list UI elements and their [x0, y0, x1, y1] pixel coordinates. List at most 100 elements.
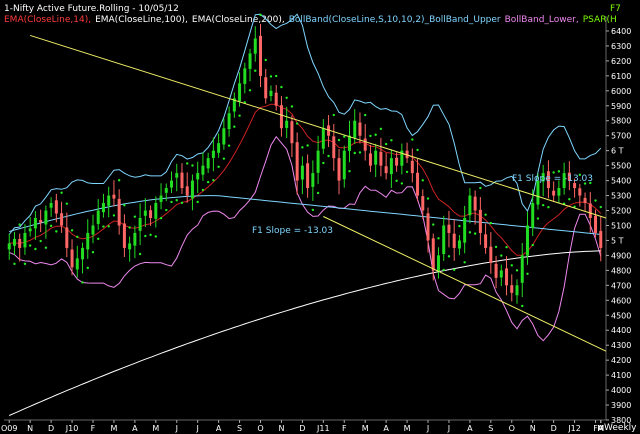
candle-body	[117, 198, 121, 226]
psar-dot	[149, 233, 152, 237]
psar-dot	[505, 245, 508, 249]
psar-dot	[400, 182, 404, 185]
psar-dot	[426, 197, 430, 200]
psar-dot	[458, 224, 461, 228]
psar-dot	[306, 144, 309, 147]
y-tick-label: 5 T	[611, 236, 624, 245]
x-tick-label: S	[237, 424, 242, 433]
psar-dot	[316, 191, 320, 195]
indicator-label: EMA(CloseLine,14),	[4, 15, 91, 25]
candle-body	[306, 163, 310, 189]
candle-body	[112, 194, 116, 199]
candle-body	[431, 238, 435, 271]
corner-label: F7	[610, 4, 621, 14]
psar-dot	[212, 179, 215, 182]
psar-dot	[123, 204, 126, 207]
candle-body	[264, 77, 268, 99]
y-tick-label: 6000	[611, 87, 631, 96]
x-axis: O09 N D J10 F M A M J J A S O N D J11 F M A M J J A S O N D J12 F MAM	[1, 420, 604, 433]
candle-body	[86, 232, 90, 250]
x-tick-label: N	[278, 424, 284, 433]
y-tick-label: 5400	[611, 177, 631, 186]
candle-body	[578, 188, 582, 196]
candle-body	[489, 246, 493, 263]
candle-body	[279, 105, 283, 129]
psar-dot	[541, 203, 545, 207]
y-tick-label: 4900	[611, 251, 631, 260]
psar-dot	[175, 199, 178, 202]
candle-body	[436, 255, 440, 272]
candle-body	[395, 157, 399, 166]
y-tick-label: 5900	[611, 102, 631, 111]
candle-body	[185, 186, 189, 196]
indicator-label: PSAR(H	[583, 15, 617, 25]
y-tick-label: 4200	[611, 356, 631, 365]
psar-dot	[405, 170, 409, 174]
psar-dot	[154, 235, 158, 238]
y-axis: 6400 6300 6200 6100 6000 5900 5800 5700 6 T 5500 5…	[606, 27, 631, 425]
indicator-legend: EMA(CloseLine,14), EMA(CloseLine,100), EMA…	[4, 15, 617, 25]
x-tick-label: O	[509, 424, 515, 433]
candle-body	[133, 232, 137, 246]
candle-body	[358, 122, 362, 136]
y-tick-label: 6200	[611, 57, 631, 66]
psar-dot	[285, 96, 288, 99]
psar-dot	[165, 208, 168, 212]
candle-body	[332, 136, 336, 159]
psar-dot	[557, 170, 561, 173]
candle-body	[368, 153, 372, 166]
psar-dot	[49, 224, 53, 228]
psar-dot	[133, 215, 137, 218]
psar-dot	[369, 134, 372, 138]
candle-body	[196, 173, 200, 180]
candle-body	[557, 188, 561, 196]
psar-dot	[332, 113, 335, 117]
indicator-label: EMA(CloseLine,200),	[192, 15, 285, 25]
psar-dot	[437, 237, 440, 240]
candle-body	[478, 209, 482, 233]
candle-body	[588, 203, 592, 218]
candle-body	[285, 120, 289, 128]
candle-body	[44, 210, 48, 225]
psar-dot	[432, 223, 435, 226]
psar-dot	[301, 146, 304, 149]
psar-dot	[526, 272, 529, 275]
psar-dot	[13, 262, 16, 266]
candle-body	[505, 268, 509, 286]
x-tick-label: M	[404, 424, 411, 433]
psar-dot	[97, 237, 100, 241]
psar-dot	[117, 179, 121, 182]
psar-dot	[76, 235, 79, 239]
candle-body	[128, 243, 132, 250]
y-tick-label: 4500	[611, 311, 631, 320]
psar-dot	[60, 191, 63, 194]
psar-dot	[473, 232, 477, 235]
y-tick-label: 4600	[611, 296, 631, 305]
y-tick-label: 4800	[611, 266, 631, 275]
candle-body	[206, 158, 210, 169]
psar-dot	[311, 208, 315, 212]
x-tick-label: O09	[1, 424, 17, 433]
candle-body	[81, 247, 85, 260]
candle-body	[337, 158, 341, 181]
candle-body	[316, 150, 320, 173]
candle-body	[442, 225, 446, 255]
candle-body	[91, 225, 95, 235]
candle-body	[70, 249, 74, 268]
psar-dot	[65, 202, 69, 205]
candle-body	[379, 151, 383, 166]
candle-body	[374, 150, 378, 165]
candle-body	[211, 150, 215, 158]
psar-dot	[531, 243, 534, 247]
psar-dot	[353, 151, 356, 155]
psar-dot	[227, 144, 231, 147]
x-tick-label: J	[196, 424, 199, 433]
candle-body	[23, 232, 27, 248]
psar-dot	[34, 247, 37, 251]
candle-body	[290, 121, 294, 144]
psar-dot	[180, 201, 184, 205]
psar-dot	[55, 230, 58, 233]
candle-body	[295, 142, 299, 181]
y-tick-label: 4100	[611, 371, 631, 380]
chart: 1-Nifty Active Future.Rolling - 10/05/12…	[1, 4, 637, 433]
